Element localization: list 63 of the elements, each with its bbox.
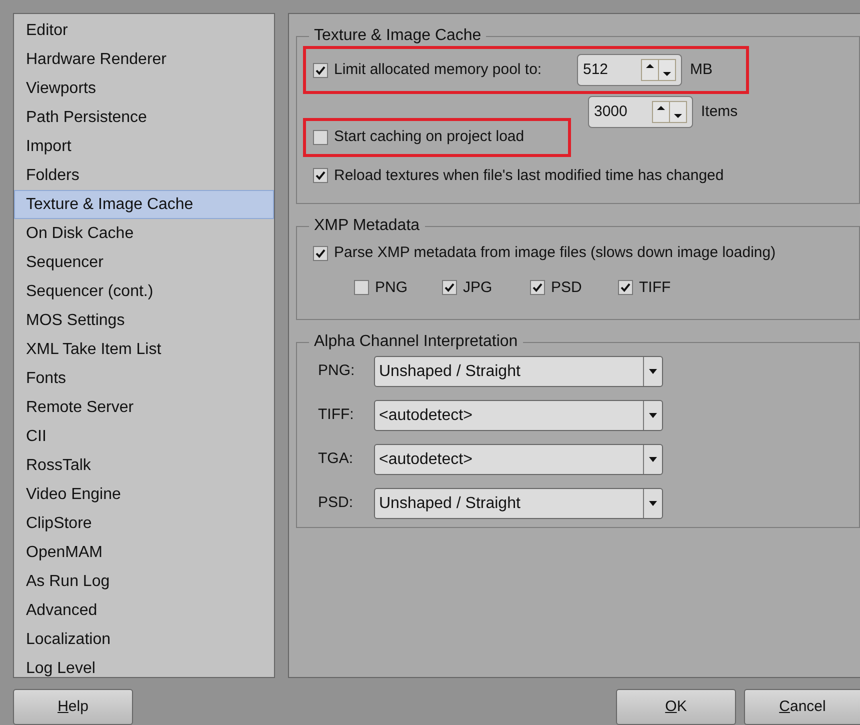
sidebar-item[interactable]: Remote Server — [14, 393, 274, 422]
sidebar-item[interactable]: OpenMAM — [14, 538, 274, 567]
dropdown-caret-icon[interactable] — [649, 457, 657, 462]
checkbox-label: Limit allocated memory pool to: — [334, 60, 542, 80]
sidebar-item[interactable]: Fonts — [14, 364, 274, 393]
checkbox[interactable] — [313, 62, 328, 78]
checkbox[interactable] — [313, 246, 328, 261]
dropdown-caret-icon[interactable] — [649, 369, 657, 374]
checkbox-label: Parse XMP metadata from image files (slows down image loading) — [334, 243, 776, 263]
unit-label: MB — [690, 60, 712, 80]
checkbox-label: PSD — [551, 278, 582, 298]
group-title: XMP Metadata — [313, 216, 421, 236]
dropdown[interactable]: Unshaped / Straight — [374, 488, 663, 519]
sidebar-item[interactable]: XML Take Item List — [14, 335, 274, 364]
checkbox[interactable] — [313, 130, 328, 145]
sidebar-item[interactable]: Editor — [14, 16, 274, 45]
sidebar-item[interactable]: Advanced — [14, 596, 274, 625]
checkbox[interactable] — [442, 280, 457, 296]
checkbox-label: JPG — [463, 278, 492, 298]
sidebar-item[interactable]: Path Persistence — [14, 103, 274, 132]
dropdown[interactable]: Unshaped / Straight — [374, 356, 663, 387]
sidebar-item[interactable]: Log Level — [14, 654, 274, 683]
spin-arrows-icon[interactable] — [652, 101, 688, 123]
cancel-button[interactable]: Cancel — [744, 689, 860, 725]
dropdown-caret-icon[interactable] — [649, 413, 657, 418]
checkbox[interactable] — [530, 280, 545, 296]
sidebar-item[interactable]: CII — [14, 422, 274, 451]
number-spinner[interactable]: 512 — [577, 54, 682, 86]
unit-label: Items — [701, 102, 738, 122]
dropdown[interactable]: <autodetect> — [374, 400, 663, 431]
sidebar-item[interactable]: Video Engine — [14, 480, 274, 509]
checkbox-label: TIFF — [639, 278, 671, 298]
dropdown[interactable]: <autodetect> — [374, 444, 663, 475]
sidebar-item[interactable]: Localization — [14, 625, 274, 654]
checkbox-label: Start caching on project load — [334, 127, 524, 147]
checkbox[interactable] — [313, 168, 328, 184]
sidebar-item[interactable]: Hardware Renderer — [14, 45, 274, 74]
field-label: PSD: — [318, 493, 354, 514]
group-title: Texture & Image Cache — [313, 26, 482, 46]
sidebar-item[interactable]: Sequencer (cont.) — [14, 277, 274, 306]
number-spinner[interactable]: 3000 — [588, 96, 693, 128]
checkbox-label: Reload textures when file's last modified time has changed — [334, 166, 724, 186]
checkbox-label: PNG — [375, 278, 408, 298]
sidebar-item[interactable]: Folders — [14, 161, 274, 190]
sidebar-item[interactable]: As Run Log — [14, 567, 274, 596]
help-button[interactable]: Help — [13, 689, 133, 725]
field-label: TGA: — [318, 449, 354, 470]
dropdown-caret-icon[interactable] — [649, 501, 657, 506]
sidebar-item[interactable]: MOS Settings — [14, 306, 274, 335]
group-title: Alpha Channel Interpretation — [313, 332, 519, 352]
sidebar-item[interactable]: On Disk Cache — [14, 219, 274, 248]
checkbox[interactable] — [354, 280, 369, 296]
sidebar-item[interactable]: ClipStore — [14, 509, 274, 538]
field-label: PNG: — [318, 361, 356, 382]
spin-arrows-icon[interactable] — [641, 59, 677, 81]
sidebar-item[interactable]: Sequencer — [14, 248, 274, 277]
sidebar-item[interactable]: Viewports — [14, 74, 274, 103]
checkbox[interactable] — [618, 280, 633, 296]
sidebar-item[interactable]: Import — [14, 132, 274, 161]
field-label: TIFF: — [318, 405, 355, 426]
sidebar-item[interactable]: Texture & Image Cache — [14, 190, 274, 219]
sidebar-item[interactable]: RossTalk — [14, 451, 274, 480]
ok-button[interactable]: OK — [616, 689, 736, 725]
